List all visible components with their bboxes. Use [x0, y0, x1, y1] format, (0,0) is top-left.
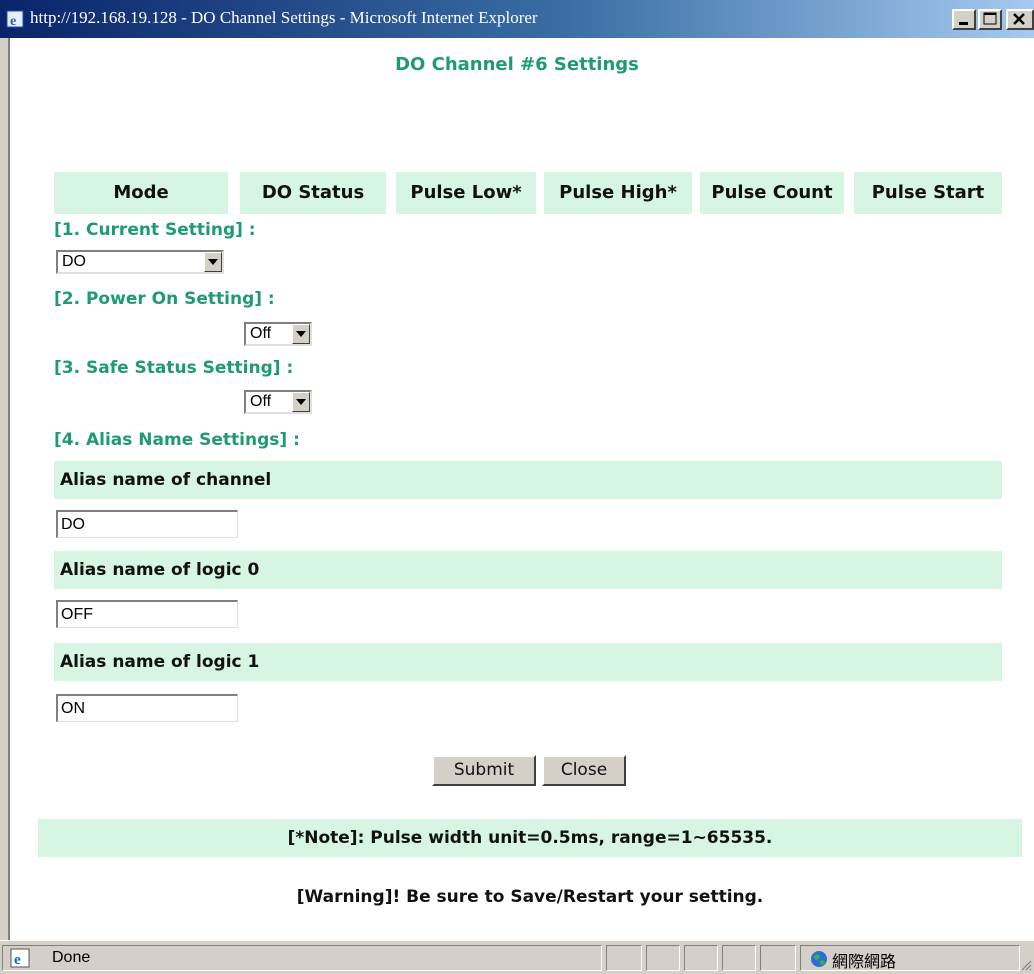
column-header-do-status: DO Status	[240, 172, 386, 214]
column-header-pulse-start: Pulse Start	[854, 172, 1002, 214]
mode-select[interactable]: DO	[56, 250, 224, 274]
minimize-icon	[959, 22, 968, 25]
ie-page-icon: e	[10, 948, 32, 972]
svg-text:e: e	[10, 14, 16, 28]
pulse-width-note: [*Note]: Pulse width unit=0.5ms, range=1…	[38, 819, 1022, 857]
section-alias-name-settings: [4. Alias Name Settings] :	[54, 430, 300, 450]
column-header-pulse-high: Pulse High*	[544, 172, 692, 214]
safe-status-select-value: Off	[250, 393, 272, 410]
alias-logic0-input[interactable]	[56, 600, 238, 628]
status-panel	[646, 945, 680, 971]
power-on-select[interactable]: Off	[244, 322, 312, 346]
alias-logic1-label: Alias name of logic 1	[54, 643, 1002, 681]
status-panel	[684, 945, 718, 971]
close-button[interactable]: Close	[542, 755, 626, 786]
maximize-button[interactable]	[978, 9, 1002, 30]
dropdown-arrow-icon[interactable]	[292, 324, 310, 344]
window-titlebar[interactable]: e http://192.168.19.128 - DO Channel Set…	[0, 0, 1034, 38]
submit-button[interactable]: Submit	[432, 755, 536, 786]
status-bar: e Done 網際網路	[0, 940, 1034, 974]
alias-logic1-input[interactable]	[56, 694, 238, 722]
internet-zone-label: 網際網路	[832, 952, 897, 971]
alias-channel-label: Alias name of channel	[54, 461, 1002, 499]
close-window-button[interactable]	[1006, 9, 1034, 30]
mode-select-value: DO	[62, 253, 86, 270]
column-header-mode: Mode	[54, 172, 228, 214]
status-panel-main	[2, 945, 602, 971]
dropdown-arrow-icon[interactable]	[292, 392, 310, 412]
alias-logic0-label: Alias name of logic 0	[54, 551, 1002, 589]
svg-text:e: e	[14, 952, 21, 968]
status-text: Done	[52, 949, 91, 966]
ie-icon: e	[6, 10, 24, 29]
maximize-icon	[983, 12, 997, 25]
resize-grip-icon[interactable]	[1020, 959, 1032, 971]
minimize-button[interactable]	[952, 9, 976, 30]
power-on-select-value: Off	[250, 325, 272, 342]
column-header-pulse-low: Pulse Low*	[396, 172, 536, 214]
status-panel	[722, 945, 756, 971]
window-title: http://192.168.19.128 - DO Channel Setti…	[30, 8, 538, 27]
column-header-pulse-count: Pulse Count	[700, 172, 844, 214]
status-panel	[606, 945, 642, 971]
safe-status-select[interactable]: Off	[244, 390, 312, 414]
status-panel	[760, 945, 796, 971]
close-icon	[1013, 13, 1025, 25]
page-title: DO Channel #6 Settings	[395, 54, 639, 75]
internet-zone-icon	[810, 950, 828, 972]
alias-channel-input[interactable]	[56, 510, 238, 538]
section-power-on-setting: [2. Power On Setting] :	[54, 289, 275, 309]
section-safe-status-setting: [3. Safe Status Setting] :	[54, 358, 294, 378]
section-current-setting: [1. Current Setting] :	[54, 220, 256, 240]
save-restart-warning: [Warning]! Be sure to Save/Restart your …	[296, 887, 764, 907]
dropdown-arrow-icon[interactable]	[204, 252, 222, 272]
